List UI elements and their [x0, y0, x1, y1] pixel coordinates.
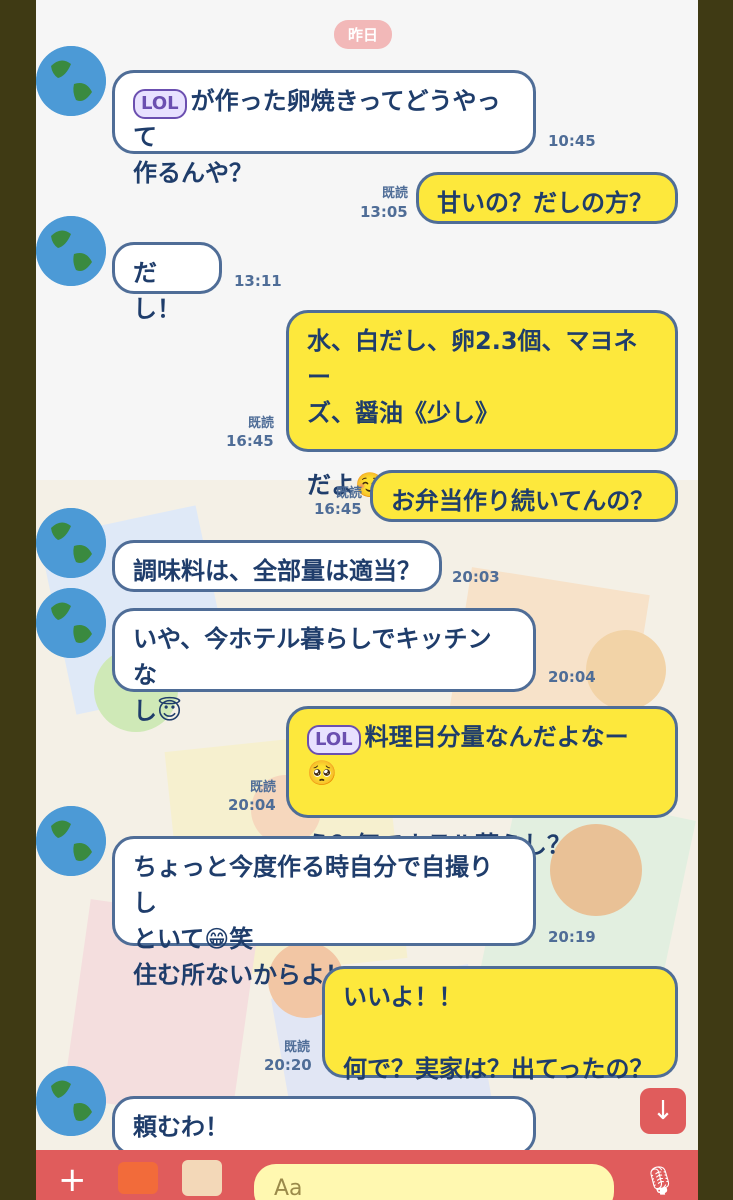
read-indicator: 既読	[335, 486, 362, 501]
camera-icon[interactable]	[118, 1162, 158, 1194]
message-time: 20:03	[452, 568, 500, 586]
scroll-down-button[interactable]: ↓	[640, 1088, 686, 1134]
avatar[interactable]	[36, 508, 106, 578]
message-text-line: といて😁笑	[133, 925, 254, 953]
message-bubble[interactable]: 水、白だし、卵2.3個、マヨネー ズ、醤油《少し》 だよ☺️	[286, 310, 678, 499]
plus-icon[interactable]: +	[58, 1160, 87, 1200]
message-bubble[interactable]: 調味料は、全部量は適当？	[112, 540, 442, 592]
message-text-line: だし！	[133, 259, 181, 323]
bottom-input-bar: + Aa 🎙	[36, 1150, 698, 1200]
message-text-line: 水、白だし、卵2.3個、マヨネー	[307, 327, 638, 391]
message-time: 13:11	[234, 272, 282, 290]
message-bubble[interactable]: LOL料理目分量なんだよなー🥺 え？何でホテル暮らし？	[286, 706, 678, 859]
message-text-line: 甘いの？だしの方？	[437, 189, 653, 217]
message-text-line: 調味料は、全部量は適当？	[133, 557, 421, 585]
message-text-line: ちょっと今度作る時自分で自撮りし	[133, 853, 493, 917]
message-time: 13:05	[360, 203, 408, 221]
message-text-line: お弁当作り続いてんの？	[391, 487, 655, 515]
message-bubble[interactable]: ちょっと今度作る時自分で自撮りし といて😁笑 住む所ないからよ！	[112, 836, 536, 989]
chat-screen: 昨日 LOL が作った卵焼きってどうやって 作るんや？ 10:45 甘いの？だしの方？ 既…	[36, 0, 698, 1200]
message-bubble[interactable]: お弁当作り続いてんの？	[370, 470, 678, 522]
message-time: 20:04	[548, 668, 596, 686]
lol-badge: LOL	[307, 725, 361, 755]
message-bubble[interactable]: いや、今ホテル暮らしでキッチンな し😇	[112, 608, 536, 725]
message-text-line: いや、今ホテル暮らしでキッチンな	[133, 625, 492, 689]
message-text-line: LOL 料理目分量なんだよなー🥺	[307, 723, 629, 787]
message-text-line	[307, 431, 657, 467]
message-time: 10:45	[548, 132, 596, 150]
message-bubble[interactable]: LOL が作った卵焼きってどうやって 作るんや？	[112, 70, 536, 187]
message-text-line	[343, 1015, 657, 1051]
message-text-line: ズ、醤油《少し》	[307, 399, 499, 427]
read-indicator: 既読	[283, 1040, 310, 1055]
arrow-down-icon: ↓	[652, 1096, 674, 1126]
message-text-line: いいよ！！	[343, 983, 463, 1011]
message-time: 16:45	[314, 500, 362, 518]
lol-badge: LOL	[133, 89, 187, 119]
message-time: 20:04	[228, 796, 276, 814]
avatar[interactable]	[36, 1066, 106, 1136]
read-indicator: 既読	[381, 186, 408, 201]
date-chip: 昨日	[334, 20, 393, 49]
read-indicator: 既読	[249, 780, 276, 795]
message-bubble[interactable]: だし！	[112, 242, 222, 323]
avatar[interactable]	[36, 46, 106, 116]
avatar[interactable]	[36, 806, 106, 876]
image-icon[interactable]	[182, 1160, 222, 1196]
message-time: 20:19	[548, 928, 596, 946]
message-text-line: LOL が作った卵焼きってどうやって	[133, 87, 501, 151]
message-time: 16:45	[226, 432, 274, 450]
mic-icon[interactable]: 🎙	[642, 1164, 678, 1197]
message-text-line: 頼むわ！	[133, 1113, 229, 1141]
avatar[interactable]	[36, 588, 106, 658]
avatar[interactable]	[36, 216, 106, 286]
message-bubble[interactable]: 頼むわ！	[112, 1096, 536, 1156]
message-bubble[interactable]: いいよ！！ 何で？実家は？出てったの？	[322, 966, 678, 1083]
message-input[interactable]: Aa	[254, 1164, 614, 1200]
message-time: 20:20	[264, 1056, 312, 1074]
message-bubble[interactable]: 甘いの？だしの方？	[416, 172, 678, 224]
read-indicator: 既読	[247, 416, 274, 431]
message-text-line: 何で？実家は？出てったの？	[343, 1055, 654, 1083]
message-text-line	[307, 791, 657, 827]
